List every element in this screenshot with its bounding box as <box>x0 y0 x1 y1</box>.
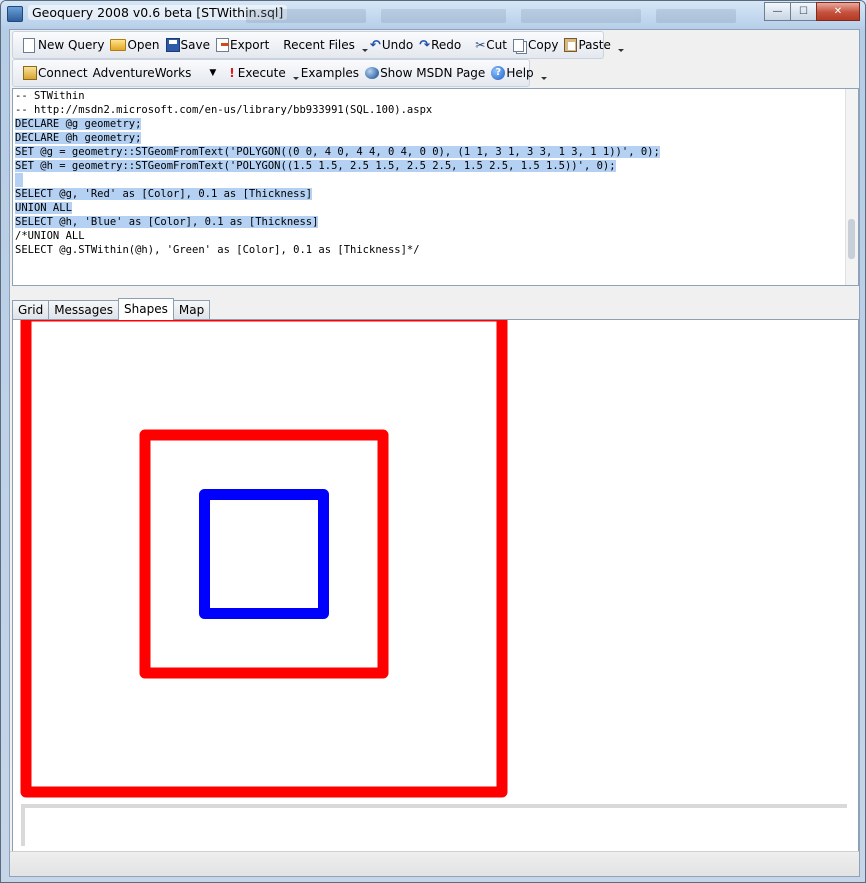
help-icon: ? <box>491 66 506 80</box>
new-document-icon <box>23 37 35 53</box>
database-dropdown[interactable]: AdventureWorks ▼ <box>91 63 219 83</box>
minimize-button[interactable]: — <box>764 2 791 21</box>
code-line: SELECT @g.STWithin(@h), 'Green' as [Colo… <box>13 243 858 257</box>
code-line-text: SELECT @h, 'Blue' as [Color], 0.1 as [Th… <box>15 216 319 228</box>
code-line-text: SELECT @g, 'Red' as [Color], 0.1 as [Thi… <box>15 188 313 200</box>
paste-button[interactable]: Paste <box>561 34 613 56</box>
save-label: Save <box>180 38 210 52</box>
execute-label: Execute <box>237 66 286 80</box>
outer-ring <box>20 320 508 798</box>
shapes-canvas <box>20 320 847 846</box>
recent-files-button[interactable]: Recent Files <box>280 34 358 56</box>
vertical-scrollbar-track[interactable] <box>21 804 25 846</box>
editor-scrollbar[interactable] <box>845 89 858 285</box>
export-button[interactable]: Export <box>213 34 272 56</box>
client-area: New Query Open Save Export Recent Files … <box>9 29 860 877</box>
redo-arrow-icon: ↷ <box>419 38 431 53</box>
scissors-icon: ✂ <box>475 38 486 52</box>
folder-open-icon <box>110 39 127 51</box>
copy-button[interactable]: Copy <box>510 34 561 56</box>
cut-label: Cut <box>486 38 507 52</box>
help-label: Help <box>506 66 534 80</box>
examples-label: Examples <box>300 66 360 80</box>
code-line-text: SET @h = geometry::STGeomFromText('POLYG… <box>15 160 616 172</box>
open-label: Open <box>127 38 160 52</box>
undo-label: Undo <box>381 38 414 52</box>
code-line: UNION ALL <box>13 201 858 215</box>
new-query-label: New Query <box>38 38 105 52</box>
horizontal-scrollbar-track[interactable] <box>21 804 847 808</box>
cut-button[interactable]: ✂ Cut <box>472 34 510 56</box>
code-line: /*UNION ALL <box>13 229 858 243</box>
tab-map[interactable]: Map <box>172 300 211 319</box>
chevron-down-icon: ▼ <box>209 68 217 78</box>
code-line-text: DECLARE @g geometry; <box>15 118 142 130</box>
redo-button[interactable]: ↷ Redo <box>416 34 464 56</box>
new-query-button[interactable]: New Query <box>20 34 107 56</box>
tab-grid[interactable]: Grid <box>12 300 50 319</box>
close-button[interactable]: ✕ <box>816 2 860 21</box>
database-value: AdventureWorks <box>92 66 192 80</box>
copy-icon <box>512 38 524 52</box>
code-line-text: SET @g = geometry::STGeomFromText('POLYG… <box>15 146 660 158</box>
undo-button[interactable]: ↶ Undo <box>367 34 416 56</box>
open-button[interactable]: Open <box>107 34 162 56</box>
code-line: SET @g = geometry::STGeomFromText('POLYG… <box>13 145 858 159</box>
query-toolbar: Connect AdventureWorks ▼ ! Execute Examp… <box>12 59 547 87</box>
code-line-text: DECLARE @h geometry; <box>15 132 142 144</box>
app-icon[interactable] <box>7 6 23 22</box>
inner-ring <box>139 429 389 679</box>
shapes-panel[interactable] <box>12 319 859 852</box>
code-line-text: -- http://msdn2.microsoft.com/en-us/libr… <box>15 104 433 116</box>
code-line-text: SELECT @g.STWithin(@h), 'Green' as [Colo… <box>15 244 420 256</box>
code-line-text: -- STWithin <box>15 90 85 102</box>
save-disk-icon <box>165 38 180 52</box>
undo-arrow-icon: ↶ <box>369 38 381 53</box>
connect-plug-icon <box>23 66 37 80</box>
examples-button[interactable]: Examples <box>298 62 362 84</box>
code-line: SELECT @g, 'Red' as [Color], 0.1 as [Thi… <box>13 187 858 201</box>
code-line: -- http://msdn2.microsoft.com/en-us/libr… <box>13 103 858 117</box>
execute-button[interactable]: ! Execute <box>226 62 288 84</box>
help-button[interactable]: ? Help <box>488 62 536 84</box>
copy-label: Copy <box>527 38 559 52</box>
connect-button[interactable]: Connect <box>20 62 91 84</box>
connect-label: Connect <box>38 66 88 80</box>
tab-messages[interactable]: Messages <box>48 300 120 319</box>
blue-polygon <box>199 489 329 619</box>
code-line: DECLARE @h geometry; <box>13 131 858 145</box>
editor-scrollbar-thumb[interactable] <box>848 219 855 259</box>
maximize-button[interactable]: ☐ <box>790 2 817 21</box>
clipboard-icon <box>564 38 578 52</box>
code-line <box>13 173 858 187</box>
editor-lines: -- STWithin -- http://msdn2.microsoft.com… <box>13 89 858 257</box>
redo-label: Redo <box>431 38 462 52</box>
code-line: -- STWithin <box>13 89 858 103</box>
code-line: DECLARE @g geometry; <box>13 117 858 131</box>
export-icon <box>216 38 229 52</box>
code-line: SELECT @h, 'Blue' as [Color], 0.1 as [Th… <box>13 215 858 229</box>
paste-label: Paste <box>578 38 611 52</box>
window-controls: — ☐ ✕ <box>764 2 860 21</box>
code-line-text: UNION ALL <box>15 202 72 214</box>
app-window: Geoquery 2008 v0.6 beta [STWithin.sql] —… <box>0 0 866 883</box>
code-line: SET @h = geometry::STGeomFromText('POLYG… <box>13 159 858 173</box>
exclamation-execute-icon: ! <box>229 66 235 80</box>
export-label: Export <box>230 38 270 52</box>
title-bar[interactable]: Geoquery 2008 v0.6 beta [STWithin.sql] —… <box>1 1 865 27</box>
sql-editor[interactable]: -- STWithin -- http://msdn2.microsoft.com… <box>12 88 859 286</box>
status-bar <box>10 851 859 876</box>
tab-shapes[interactable]: Shapes <box>118 298 174 320</box>
recent-files-label: Recent Files <box>283 38 355 52</box>
show-msdn-button[interactable]: Show MSDN Page <box>362 62 488 84</box>
main-toolbar: New Query Open Save Export Recent Files … <box>12 31 624 59</box>
msdn-globe-icon <box>365 67 380 79</box>
background-taskbar-ghost <box>246 9 761 23</box>
save-button[interactable]: Save <box>163 34 213 56</box>
show-msdn-label: Show MSDN Page <box>380 66 486 80</box>
result-tabs: Grid Messages Shapes Map <box>12 298 211 320</box>
code-line-text <box>15 173 23 187</box>
code-line-text: /*UNION ALL <box>15 230 85 242</box>
